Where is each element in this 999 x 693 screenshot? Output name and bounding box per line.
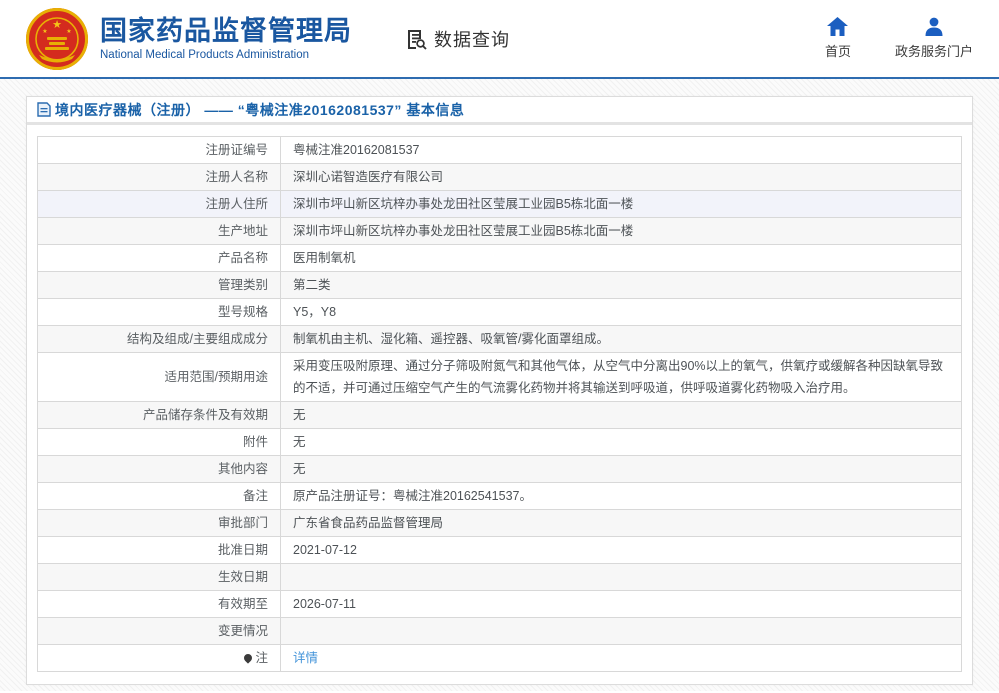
nav-gov-portal[interactable]: 政务服务门户 bbox=[895, 17, 973, 60]
row-label: 审批部门 bbox=[38, 510, 281, 537]
data-query-nav[interactable]: 数据查询 bbox=[404, 26, 510, 52]
row-label: 变更情况 bbox=[38, 618, 281, 645]
row-label: 产品储存条件及有效期 bbox=[38, 402, 281, 429]
row-label: 产品名称 bbox=[38, 245, 281, 272]
table-row: 审批部门广东省食品药品监督管理局 bbox=[38, 510, 962, 537]
row-value bbox=[281, 564, 962, 591]
site-header: ★ ★ ★ 国家药品监督管理局 National Medical Product… bbox=[0, 0, 999, 79]
data-query-icon bbox=[404, 27, 428, 51]
document-icon bbox=[37, 102, 51, 117]
table-row: 产品储存条件及有效期无 bbox=[38, 402, 962, 429]
svg-text:★: ★ bbox=[52, 19, 62, 31]
table-wrapper: 注册证编号粤械注准20162081537注册人名称深圳心诺智造医疗有限公司注册人… bbox=[27, 125, 972, 684]
row-label: 适用范围/预期用途 bbox=[38, 353, 281, 402]
table-row: 注册证编号粤械注准20162081537 bbox=[38, 137, 962, 164]
page-background: 境内医疗器械（注册） —— “粤械注准20162081537” 基本信息 注册证… bbox=[0, 79, 999, 691]
table-row: 生效日期 bbox=[38, 564, 962, 591]
svg-text:★: ★ bbox=[42, 28, 47, 35]
row-label: 生产地址 bbox=[38, 218, 281, 245]
table-row: 附件无 bbox=[38, 429, 962, 456]
row-label: 其他内容 bbox=[38, 456, 281, 483]
row-value: 详情 bbox=[281, 645, 962, 672]
table-row: 适用范围/预期用途采用变压吸附原理、通过分子筛吸附氮气和其他气体，从空气中分离出… bbox=[38, 353, 962, 402]
row-value: 深圳市坪山新区坑梓办事处龙田社区莹展工业园B5栋北面一楼 bbox=[281, 218, 962, 245]
row-label: 批准日期 bbox=[38, 537, 281, 564]
brand-block: 国家药品监督管理局 National Medical Products Admi… bbox=[100, 16, 352, 62]
row-label: 结构及组成/主要组成成分 bbox=[38, 326, 281, 353]
row-value: 无 bbox=[281, 402, 962, 429]
row-label: 型号规格 bbox=[38, 299, 281, 326]
row-label: 备注 bbox=[38, 483, 281, 510]
table-row: 管理类别第二类 bbox=[38, 272, 962, 299]
row-label: 管理类别 bbox=[38, 272, 281, 299]
row-value: 原产品注册证号：粤械注准20162541537。 bbox=[281, 483, 962, 510]
table-row: 备注原产品注册证号：粤械注准20162541537。 bbox=[38, 483, 962, 510]
row-label: 注册人住所 bbox=[38, 191, 281, 218]
row-value: 广东省食品药品监督管理局 bbox=[281, 510, 962, 537]
svg-text:★: ★ bbox=[66, 28, 71, 35]
row-label: 有效期至 bbox=[38, 591, 281, 618]
row-label: 注册人名称 bbox=[38, 164, 281, 191]
row-value: 2026-07-11 bbox=[281, 591, 962, 618]
note-pin-icon bbox=[243, 652, 254, 663]
data-query-label: 数据查询 bbox=[434, 26, 510, 52]
row-value: 制氧机由主机、湿化箱、遥控器、吸氧管/雾化面罩组成。 bbox=[281, 326, 962, 353]
brand-subtitle: National Medical Products Administration bbox=[100, 48, 352, 62]
user-icon bbox=[924, 17, 944, 36]
row-label: 生效日期 bbox=[38, 564, 281, 591]
table-row: 变更情况 bbox=[38, 618, 962, 645]
row-value: 采用变压吸附原理、通过分子筛吸附氮气和其他气体，从空气中分离出90%以上的氧气，… bbox=[281, 353, 962, 402]
row-label: 注 bbox=[38, 645, 281, 672]
row-value: 深圳心诺智造医疗有限公司 bbox=[281, 164, 962, 191]
table-row: 其他内容无 bbox=[38, 456, 962, 483]
table-row: 批准日期2021-07-12 bbox=[38, 537, 962, 564]
row-value: 无 bbox=[281, 456, 962, 483]
nav-gov-portal-label: 政务服务门户 bbox=[895, 41, 973, 60]
nav-home-label: 首页 bbox=[825, 41, 851, 60]
detail-link[interactable]: 详情 bbox=[293, 651, 318, 665]
table-row: 注册人名称深圳心诺智造医疗有限公司 bbox=[38, 164, 962, 191]
table-row: 产品名称医用制氧机 bbox=[38, 245, 962, 272]
brand-title: 国家药品监督管理局 bbox=[100, 16, 352, 46]
info-table-body: 注册证编号粤械注准20162081537注册人名称深圳心诺智造医疗有限公司注册人… bbox=[38, 137, 962, 672]
panel-titlebar: 境内医疗器械（注册） —— “粤械注准20162081537” 基本信息 bbox=[27, 97, 972, 125]
table-row: 注册人住所深圳市坪山新区坑梓办事处龙田社区莹展工业园B5栋北面一楼 bbox=[38, 191, 962, 218]
nmpa-emblem-logo[interactable]: ★ ★ ★ bbox=[25, 7, 89, 71]
content-panel: 境内医疗器械（注册） —— “粤械注准20162081537” 基本信息 注册证… bbox=[26, 96, 973, 685]
table-row: 生产地址深圳市坪山新区坑梓办事处龙田社区莹展工业园B5栋北面一楼 bbox=[38, 218, 962, 245]
row-value: 无 bbox=[281, 429, 962, 456]
table-row: 注详情 bbox=[38, 645, 962, 672]
home-icon bbox=[827, 17, 848, 36]
table-row: 有效期至2026-07-11 bbox=[38, 591, 962, 618]
row-value bbox=[281, 618, 962, 645]
registration-info-table: 注册证编号粤械注准20162081537注册人名称深圳心诺智造医疗有限公司注册人… bbox=[37, 136, 962, 672]
row-value: 第二类 bbox=[281, 272, 962, 299]
row-value: 粤械注准20162081537 bbox=[281, 137, 962, 164]
row-value: Y5，Y8 bbox=[281, 299, 962, 326]
row-value: 2021-07-12 bbox=[281, 537, 962, 564]
row-value: 深圳市坪山新区坑梓办事处龙田社区莹展工业园B5栋北面一楼 bbox=[281, 191, 962, 218]
page-title: 境内医疗器械（注册） —— “粤械注准20162081537” 基本信息 bbox=[55, 100, 464, 120]
row-value: 医用制氧机 bbox=[281, 245, 962, 272]
table-row: 结构及组成/主要组成成分制氧机由主机、湿化箱、遥控器、吸氧管/雾化面罩组成。 bbox=[38, 326, 962, 353]
table-row: 型号规格Y5，Y8 bbox=[38, 299, 962, 326]
row-label: 附件 bbox=[38, 429, 281, 456]
row-label: 注册证编号 bbox=[38, 137, 281, 164]
nav-home[interactable]: 首页 bbox=[825, 17, 851, 60]
